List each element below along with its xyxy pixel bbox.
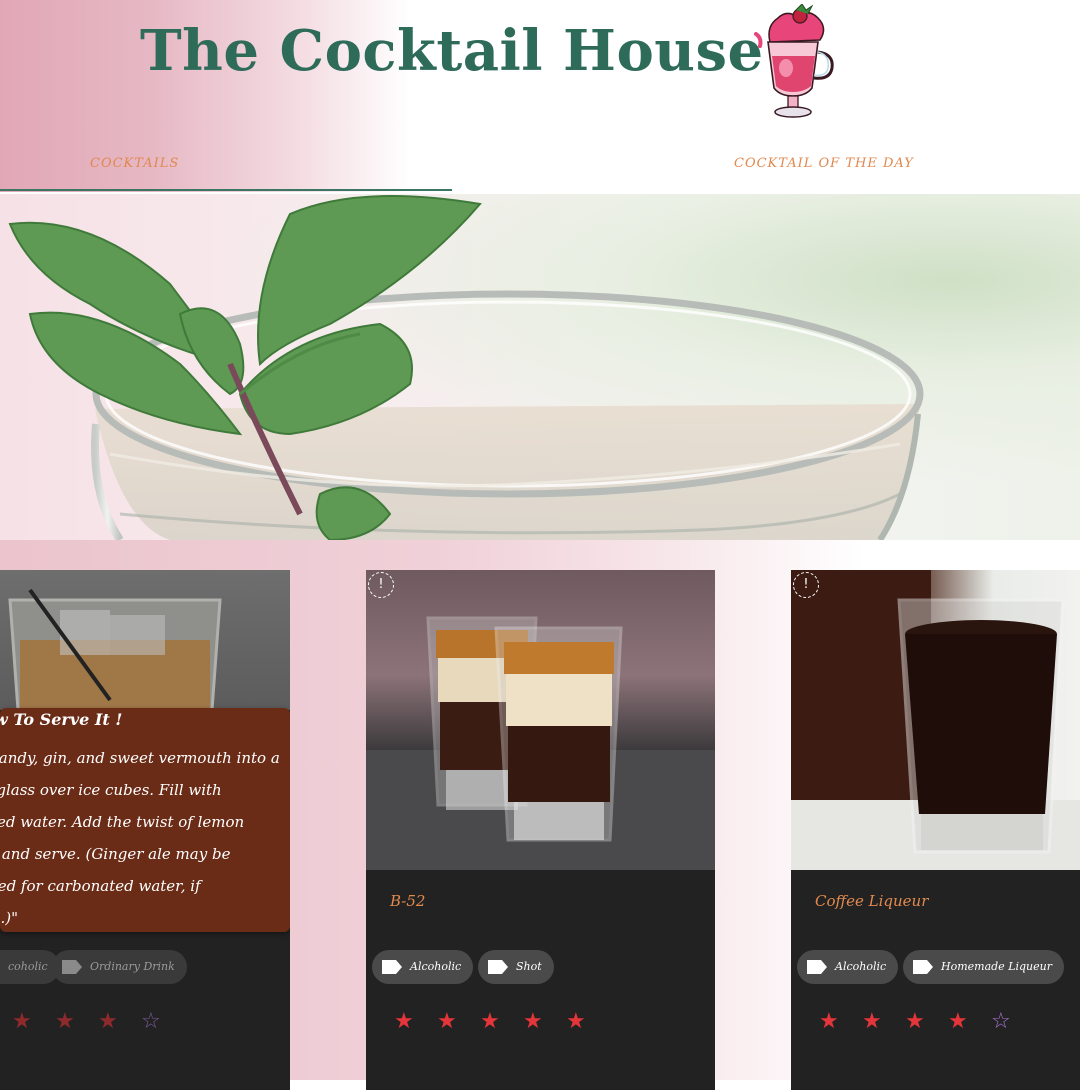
- tag-label: Shot: [516, 960, 542, 973]
- instruction-line: brandy, gin, and sweet vermouth into a: [0, 749, 280, 767]
- tag-alcoholic[interactable]: Alcoholic: [797, 950, 899, 984]
- star-filled-icon[interactable]: ★: [394, 1010, 414, 1034]
- star-empty-icon[interactable]: ☆: [141, 1010, 161, 1034]
- hero-banner-image: [0, 194, 1080, 540]
- instruction-line: ir, and serve. (Ginger ale may be: [0, 845, 231, 863]
- star-filled-icon[interactable]: ★: [98, 1010, 118, 1034]
- b52-layered-shots-photo: !: [366, 570, 715, 870]
- site-title: The Cocktail House: [140, 18, 764, 84]
- instruction-line: ated water. Add the twist of lemon: [0, 813, 245, 831]
- instruction-line: ll glass over ice cubes. Fill with: [0, 781, 222, 799]
- nav-cocktails-link[interactable]: COCKTAILS: [90, 156, 179, 171]
- tag-label: Alcoholic: [835, 960, 887, 973]
- cocktail-card[interactable]: ! Coffee Liqueur Alcoholic Homemade Liqu…: [791, 570, 1080, 1090]
- star-filled-icon[interactable]: ★: [437, 1010, 457, 1034]
- tag-label: Ordinary Drink: [90, 960, 175, 973]
- instruction-line: uted for carbonated water, if: [0, 877, 201, 895]
- cocktail-card[interactable]: w To Serve It ! brandy, gin, and sweet v…: [0, 570, 290, 1090]
- instruction-line: ed.)": [0, 909, 18, 927]
- tag-icon: [488, 960, 508, 974]
- tag-category[interactable]: Ordinary Drink: [52, 950, 187, 984]
- tag-icon: [62, 960, 82, 974]
- active-nav-underline: [0, 189, 452, 191]
- cocktail-name[interactable]: Coffee Liqueur: [815, 892, 928, 910]
- tag-label: Alcoholic: [410, 960, 462, 973]
- star-filled-icon[interactable]: ★: [566, 1010, 586, 1034]
- mint-julep-glass-photo: [8, 195, 924, 540]
- star-filled-icon[interactable]: ★: [12, 1010, 32, 1034]
- tag-category[interactable]: Shot: [478, 950, 554, 984]
- overlay-instructions: brandy, gin, and sweet vermouth into a l…: [0, 742, 282, 934]
- star-filled-icon[interactable]: ★: [862, 1010, 882, 1034]
- star-filled-icon[interactable]: ★: [55, 1010, 75, 1034]
- overlay-heading: w To Serve It !: [0, 710, 123, 729]
- site-header: The Cocktail House COCKTAILS COCKTAIL OF…: [0, 0, 1080, 192]
- star-filled-icon[interactable]: ★: [905, 1010, 925, 1034]
- info-icon[interactable]: !: [793, 572, 819, 598]
- how-to-serve-overlay: w To Serve It ! brandy, gin, and sweet v…: [0, 708, 290, 932]
- coffee-liqueur-shot-photo: !: [791, 570, 1080, 870]
- tag-label: Homemade Liqueur: [941, 960, 1052, 973]
- tag-icon: [382, 960, 402, 974]
- cocktail-glass-logo: [754, 4, 834, 118]
- tag-icon: [913, 960, 933, 974]
- tag-alcoholic[interactable]: coholic: [0, 950, 60, 984]
- star-empty-icon[interactable]: ☆: [991, 1010, 1011, 1034]
- star-filled-icon[interactable]: ★: [948, 1010, 968, 1034]
- star-filled-icon[interactable]: ★: [819, 1010, 839, 1034]
- tag-category[interactable]: Homemade Liqueur: [903, 950, 1064, 984]
- tag-alcoholic[interactable]: Alcoholic: [372, 950, 474, 984]
- tag-icon: [807, 960, 827, 974]
- star-filled-icon[interactable]: ★: [480, 1010, 500, 1034]
- cocktail-name[interactable]: B-52: [390, 892, 425, 910]
- nav-cocktail-of-the-day-link[interactable]: COCKTAIL OF THE DAY: [734, 156, 914, 171]
- cocktail-card[interactable]: ! B-52 Alcoholic Shot ★ ★ ★ ★ ★: [366, 570, 715, 1090]
- brandy-cocktail-on-ice-photo: [0, 570, 290, 710]
- star-filled-icon[interactable]: ★: [523, 1010, 543, 1034]
- info-icon[interactable]: !: [368, 572, 394, 598]
- tag-label: coholic: [8, 960, 48, 973]
